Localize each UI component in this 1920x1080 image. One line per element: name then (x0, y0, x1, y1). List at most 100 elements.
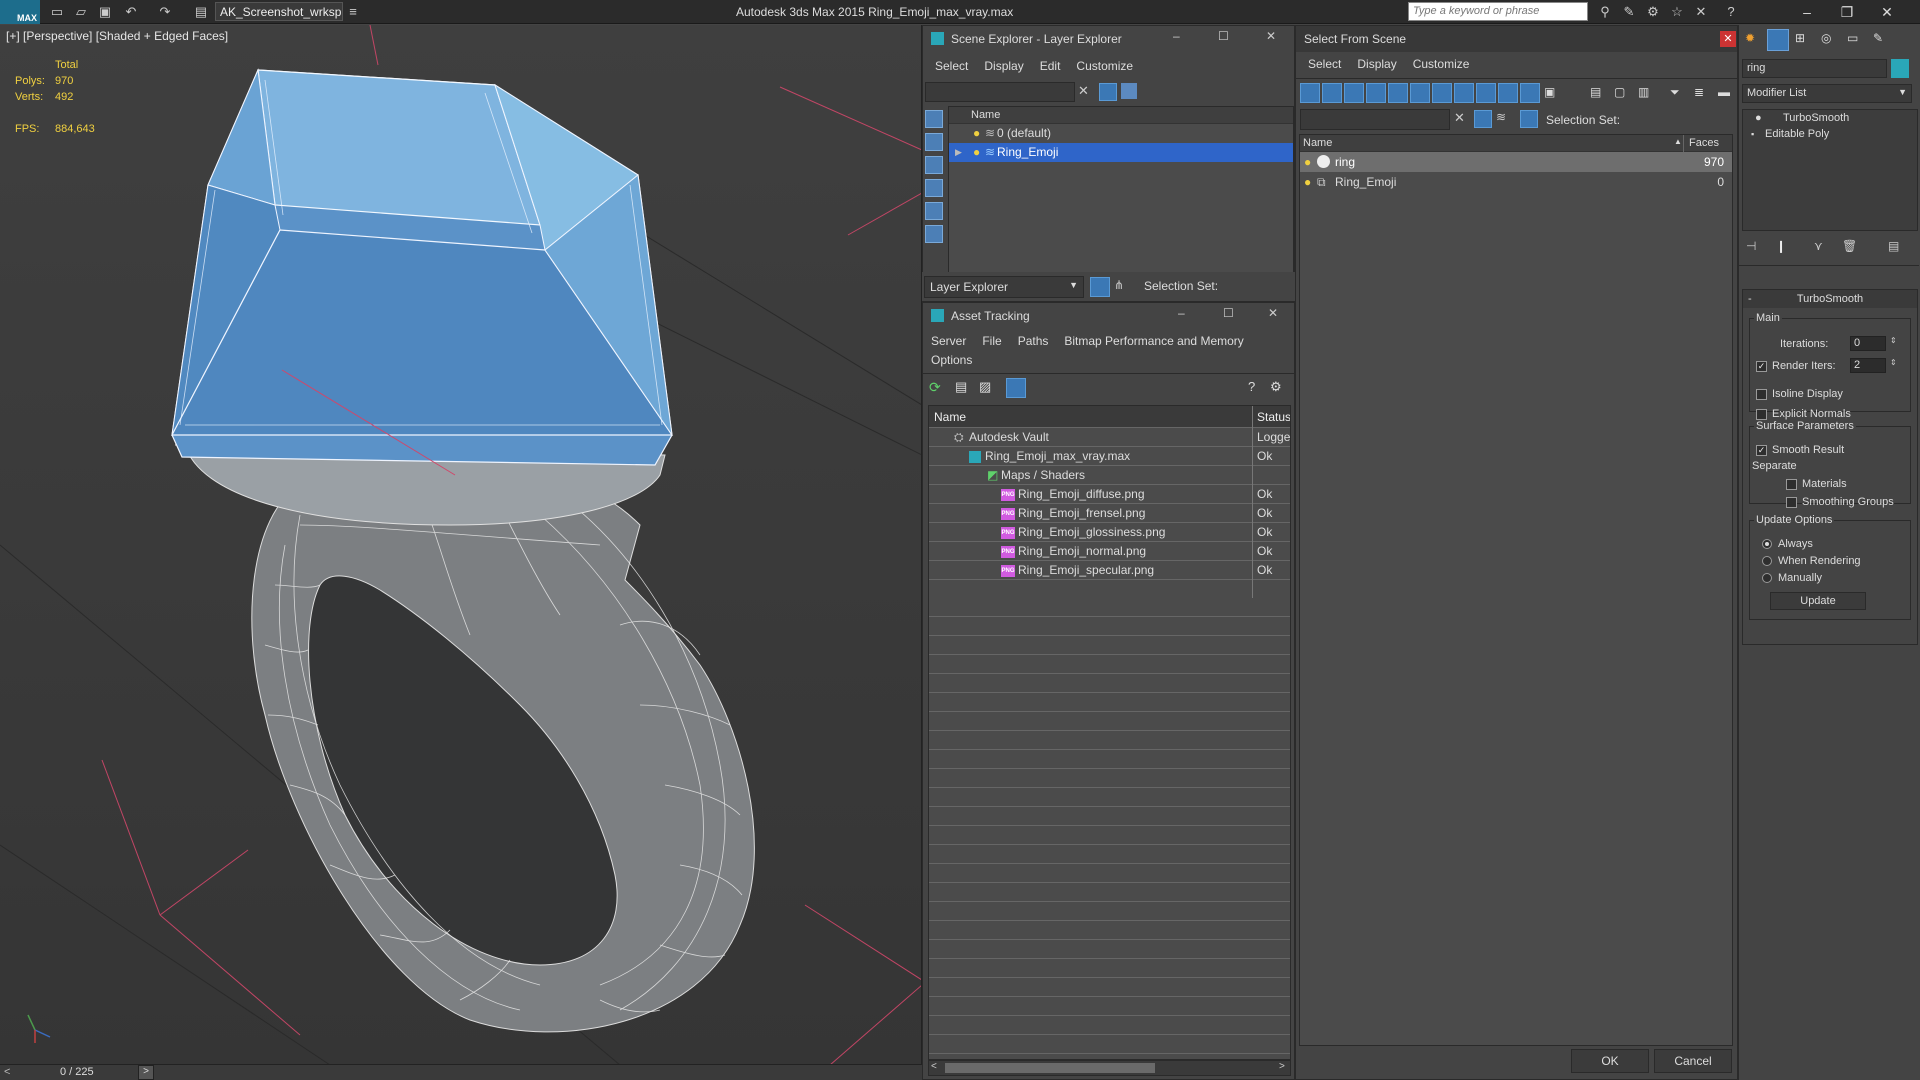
scroll-left-icon[interactable]: < (931, 1061, 937, 1072)
layer-row-default[interactable]: ● ≋ 0 (default) (949, 124, 1293, 143)
menu-display[interactable]: Display (984, 59, 1023, 73)
checkbox-checked-icon[interactable]: ✓ (1756, 360, 1767, 372)
menu-customize[interactable]: Customize (1413, 57, 1470, 71)
column-header-name[interactable]: Name (1303, 137, 1332, 149)
motion-tab-icon[interactable]: ◎ (1821, 31, 1831, 45)
layer-options-icon[interactable] (1121, 83, 1137, 99)
help-icon[interactable]: ? (1722, 3, 1740, 21)
light-bulb-icon[interactable]: ● (973, 143, 980, 162)
project-folder-icon[interactable]: ▤ (192, 3, 210, 21)
select-all-icon[interactable]: ▤ (1590, 85, 1601, 99)
thumbnail-view-icon[interactable]: ▨ (979, 379, 991, 395)
menu-options[interactable]: Options (931, 353, 972, 367)
favorite-star-icon[interactable]: ☆ (1668, 3, 1686, 21)
layer-mode-icon[interactable]: ≋ (1496, 110, 1506, 124)
filter-frozen-icon[interactable] (1520, 83, 1540, 103)
spinner-arrows-icon[interactable]: ⇕ (1890, 358, 1897, 367)
render-iters-spinner[interactable]: 2 (1850, 358, 1886, 373)
make-unique-icon[interactable]: ⋎ (1814, 239, 1823, 253)
filter-helpers-icon[interactable] (1388, 83, 1408, 103)
maximize-icon[interactable]: ☐ (1223, 306, 1234, 320)
minimize-icon[interactable]: – (1173, 29, 1180, 43)
display-tab-icon[interactable]: ▭ (1847, 31, 1858, 45)
object-name-field[interactable]: ring (1742, 59, 1887, 78)
asset-row-maps-shaders[interactable]: ◩ Maps / Shaders (929, 466, 1290, 485)
hierarchy-tab-icon[interactable]: ⊞ (1795, 31, 1805, 45)
remove-modifier-icon[interactable]: 🗑 (1842, 239, 1857, 253)
menu-bitmap-performance[interactable]: Bitmap Performance and Memory (1064, 334, 1243, 348)
filter-xrefs-icon[interactable] (1454, 83, 1474, 103)
menu-file[interactable]: File (982, 334, 1001, 348)
light-bulb-icon[interactable]: ● (973, 124, 980, 143)
menu-edit[interactable]: Edit (1040, 59, 1061, 73)
menu-paths[interactable]: Paths (1018, 334, 1049, 348)
asset-row-png[interactable]: PNG Ring_Emoji_normal.png Ok (929, 542, 1290, 561)
filter-containers-icon[interactable] (1498, 83, 1518, 103)
hierarchy-mode-icon[interactable] (1520, 110, 1538, 128)
display-helpers-icon[interactable] (925, 202, 943, 220)
display-cameras-icon[interactable] (925, 179, 943, 197)
expand-arrow-icon[interactable]: ▶ (955, 143, 962, 162)
scrollbar-thumb[interactable] (945, 1063, 1155, 1073)
frame-counter[interactable]: 0 / 225 (60, 1066, 94, 1078)
hierarchy-mode-icon[interactable]: ⋔ (1114, 278, 1124, 292)
column-header-status[interactable]: Status (1257, 410, 1290, 424)
minimize-window-icon[interactable]: – (1790, 0, 1824, 24)
clear-search-icon[interactable]: ✕ (1454, 110, 1465, 126)
close-icon[interactable]: ✕ (1266, 29, 1276, 43)
select-none-icon[interactable]: ▢ (1614, 85, 1625, 99)
filter-groups-icon[interactable] (1432, 83, 1452, 103)
explorer-type-dropdown[interactable]: Layer Explorer▼ (924, 276, 1084, 298)
subscription-icon[interactable]: ⚙ (1644, 3, 1662, 21)
display-shapes-icon[interactable] (925, 133, 943, 151)
maximize-icon[interactable]: ☐ (1218, 29, 1229, 43)
rollout-header[interactable]: - TurboSmooth (1743, 290, 1917, 308)
undo-icon[interactable]: ↶ (122, 3, 140, 21)
menu-select[interactable]: Select (1308, 57, 1341, 71)
render-iters-checkbox[interactable]: ✓ Render Iters: (1756, 360, 1836, 372)
layer-row-ring-emoji[interactable]: ▶ ● ≋ Ring_Emoji (949, 143, 1293, 162)
asset-row-vault[interactable]: ⛭Autodesk VaultLogged (929, 428, 1290, 447)
smooth-result-checkbox[interactable]: ✓ Smooth Result (1756, 444, 1844, 456)
open-file-icon[interactable]: ▱ (72, 3, 90, 21)
close-window-icon[interactable]: ✕ (1870, 0, 1904, 24)
menu-select[interactable]: Select (935, 59, 968, 73)
restore-window-icon[interactable]: ❐ (1830, 0, 1864, 24)
search-input[interactable]: Type a keyword or phrase (1408, 2, 1588, 21)
scene-explorer-search-input[interactable] (925, 82, 1075, 102)
tools-icon[interactable]: ✎ (1620, 3, 1638, 21)
workspace-dropdown[interactable]: AK_Screenshot_wrksp (215, 2, 343, 21)
filter-all-icon[interactable]: ▣ (1544, 85, 1555, 99)
display-lights-icon[interactable] (925, 156, 943, 174)
viewport-label[interactable]: [+] [Perspective] [Shaded + Edged Faces] (6, 29, 228, 43)
binoculars-icon[interactable]: ⚲ (1596, 3, 1614, 21)
scroll-right-icon[interactable]: > (1279, 1061, 1285, 1072)
modify-tab-icon[interactable] (1767, 29, 1789, 51)
object-color-swatch[interactable] (1891, 59, 1909, 78)
filter-icon[interactable] (1474, 110, 1492, 128)
object-row-ring[interactable]: ● ring 970 (1300, 152, 1732, 172)
quick-access-dropdown-icon[interactable]: ≡ (344, 3, 362, 21)
column-header-name[interactable]: Name (949, 107, 1293, 124)
cancel-button[interactable]: Cancel (1654, 1049, 1732, 1073)
iterations-spinner[interactable]: 0 (1850, 336, 1886, 351)
column-header-name[interactable]: Name (934, 410, 966, 424)
display-spacewarps-icon[interactable] (925, 225, 943, 243)
redo-icon[interactable]: ↷ (156, 3, 174, 21)
asset-row-png[interactable]: PNG Ring_Emoji_diffuse.png Ok (929, 485, 1290, 504)
asset-row-max-file[interactable]: Ring_Emoji_max_vray.max Ok (929, 447, 1290, 466)
select-invert-icon[interactable]: ▥ (1638, 85, 1649, 99)
select-search-input[interactable] (1300, 109, 1450, 130)
list-view-icon[interactable]: ▤ (955, 379, 967, 395)
menu-display[interactable]: Display (1357, 57, 1396, 71)
pin-stack-icon[interactable]: ⊣ (1746, 239, 1756, 253)
menu-server[interactable]: Server (931, 334, 966, 348)
filter-cameras-icon[interactable] (1366, 83, 1386, 103)
help-icon[interactable]: ? (1248, 379, 1255, 394)
filter-lights-icon[interactable] (1344, 83, 1364, 103)
time-slider-prev-icon[interactable]: < (4, 1066, 10, 1078)
update-button[interactable]: Update (1770, 592, 1866, 610)
light-bulb-icon[interactable]: ● (1304, 172, 1311, 192)
asset-row-png[interactable]: PNG Ring_Emoji_frensel.png Ok (929, 504, 1290, 523)
collapse-icon[interactable]: ▬ (1718, 85, 1730, 99)
